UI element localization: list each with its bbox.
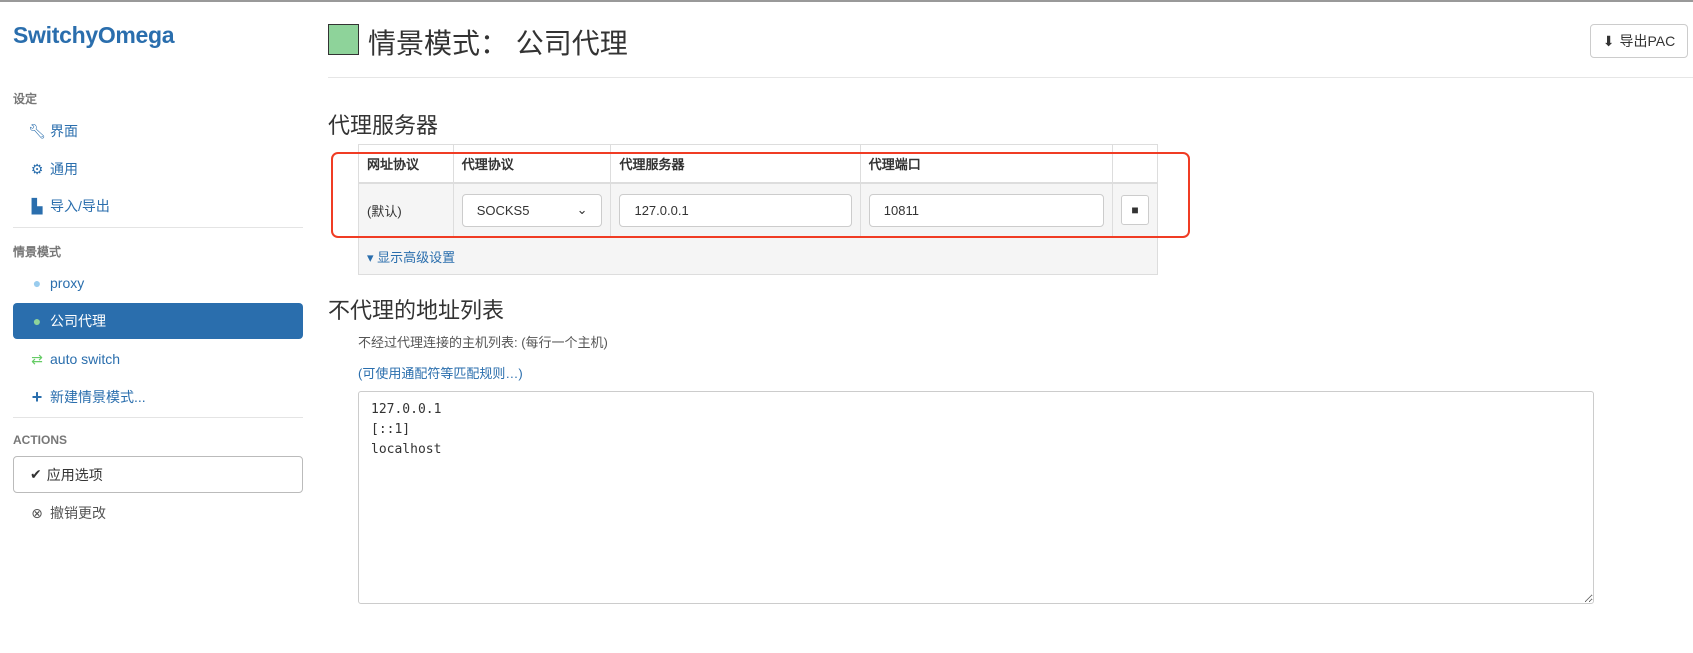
apply-options-button[interactable]: ✔ 应用选项 [13,456,303,493]
lock-button[interactable]: ■ [1120,195,1149,226]
sidebar-item-import-export[interactable]: ▙ 导入/导出 [13,188,303,224]
divider [328,77,1693,78]
column-header: 代理协议 [452,144,612,184]
actions-section-header: ACTIONS [13,433,67,447]
column-header: 网址协议 [358,144,454,184]
sidebar-item-company-proxy[interactable]: ● 公司代理 [13,303,303,339]
retweet-icon: ⇄ [31,350,43,367]
sidebar-item-proxy[interactable]: ● proxy [13,265,303,301]
page-title: 情景模式： 公司代理 [368,28,628,59]
globe-icon: ● [32,313,42,329]
sidebar-item-auto-switch[interactable]: ⇄ auto switch [13,341,303,377]
proxy-servers-table: 网址协议 代理协议 代理服务器 代理端口 (默认) SOCKS5 ⌄ 127.0.… [358,144,1159,275]
divider [13,417,303,418]
download-icon: ⬇ [1602,32,1615,49]
bypass-list-textarea[interactable]: 127.0.0.1 [::1] localhost [358,391,1594,604]
check-circle-icon: ✔ [30,466,42,482]
plus-icon: + [31,386,43,407]
gear-icon: ⚙ [30,160,44,177]
wrench-icon: 🔧︎ [28,122,46,139]
port-input[interactable]: 10811 [868,193,1104,227]
app-logo: SwitchyOmega [13,22,175,48]
chevron-down-icon: ▾ [367,249,378,265]
protocol-select[interactable]: SOCKS5 ⌄ [461,193,603,227]
bypass-list-heading: 不代理的地址列表 [328,298,505,323]
wildcard-rules-link[interactable]: (可使用通配符等匹配规则…) [358,363,523,382]
sidebar-item-general[interactable]: ⚙ 通用 [13,151,303,187]
export-pac-button[interactable]: ⬇ 导出PAC [1590,24,1688,58]
discard-changes-button[interactable]: ⊗ 撤销更改 [13,495,303,531]
globe-icon: ● [32,275,42,291]
divider [13,227,303,228]
chevron-down-icon: ⌄ [576,202,588,218]
lock-icon: ■ [1131,203,1139,218]
column-header: 代理服务器 [610,144,861,184]
scheme-cell: (默认) [358,182,454,238]
import-export-icon: ▙ [31,197,43,214]
sidebar-item-interface[interactable]: 🔧︎ 界面 [13,113,303,149]
x-circle-icon: ⊗ [31,504,43,521]
profile-color-swatch[interactable] [328,24,359,55]
server-input[interactable]: 127.0.0.1 [619,193,852,227]
show-advanced-link[interactable]: ▾ 显示高级设置 [367,250,455,265]
settings-section-header: 设定 [13,92,38,106]
profiles-section-header: 情景模式 [13,245,62,259]
table-row: (默认) SOCKS5 ⌄ 127.0.0.1 10811 ■ [358,182,1159,238]
column-header: 代理端口 [859,144,1113,184]
bypass-description: 不经过代理连接的主机列表: (每行一个主机) [358,335,608,350]
proxy-servers-heading: 代理服务器 [328,113,439,138]
new-profile-button[interactable]: + 新建情景模式... [13,379,303,415]
